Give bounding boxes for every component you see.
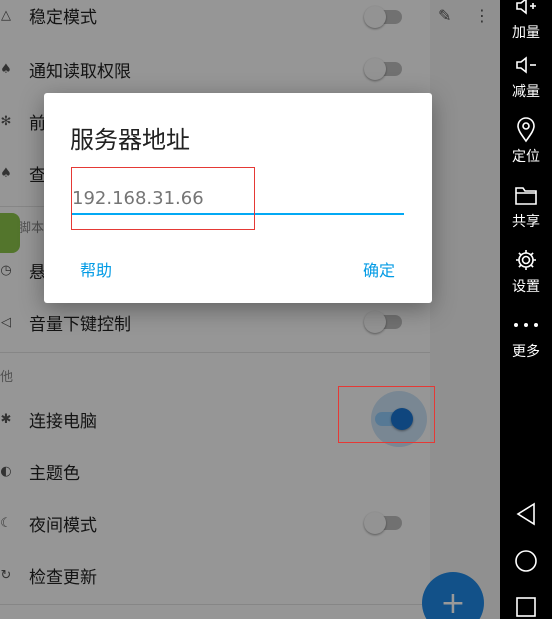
volume-up-icon: [514, 0, 538, 20]
location-button[interactable]: 定位: [500, 116, 552, 166]
floating-sidebar: 加量 减量 定位 共享 设置 更多: [500, 0, 552, 619]
volume-down-button[interactable]: 减量: [500, 51, 552, 101]
help-button[interactable]: 帮助: [80, 257, 112, 281]
back-button[interactable]: [500, 501, 552, 531]
settings-screen: △ 稳定模式 ♠ 通知读取权限 ✻ 前 ♠ 查 脚本 ◷ 悬 ◁ 音量下键控制 …: [0, 0, 500, 619]
dialog-title: 服务器地址: [70, 126, 190, 154]
recents-icon: [515, 596, 537, 622]
share-button[interactable]: 共享: [500, 181, 552, 231]
recents-button[interactable]: [500, 596, 552, 622]
server-address-input[interactable]: [72, 185, 404, 211]
confirm-button[interactable]: 确定: [363, 257, 395, 281]
settings-button[interactable]: 设置: [500, 246, 552, 296]
home-icon: [514, 549, 538, 577]
volume-down-icon: [514, 51, 538, 79]
more-label: 更多: [512, 344, 540, 360]
more-button[interactable]: 更多: [500, 311, 552, 361]
folder-icon: [514, 181, 538, 209]
input-underline: [72, 213, 404, 215]
location-pin-icon: [514, 116, 538, 144]
server-address-dialog: 服务器地址 帮助 确定: [44, 93, 432, 303]
home-button[interactable]: [500, 549, 552, 577]
volume-down-label: 减量: [512, 84, 540, 100]
location-label: 定位: [512, 149, 540, 165]
share-label: 共享: [512, 214, 540, 230]
gear-icon: [514, 246, 538, 274]
back-icon: [514, 501, 538, 531]
volume-up-label: 加量: [512, 25, 540, 41]
settings-label: 设置: [512, 279, 540, 295]
more-dots-icon: [513, 311, 539, 339]
volume-up-button[interactable]: 加量: [500, 0, 552, 42]
